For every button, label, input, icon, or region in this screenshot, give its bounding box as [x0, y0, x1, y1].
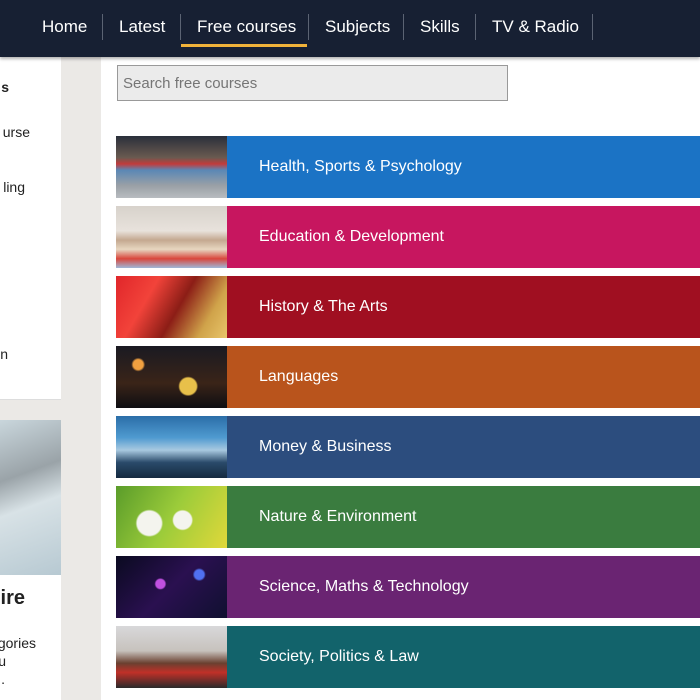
category-thumbnail[interactable]	[116, 346, 227, 408]
nav-divider	[403, 14, 404, 40]
sidebar-panel: s urse ling n	[0, 57, 61, 400]
category-row[interactable]: History & The Arts	[116, 276, 700, 338]
category-label[interactable]: Languages	[227, 346, 700, 408]
category-row[interactable]: Money & Business	[116, 416, 700, 478]
category-thumbnail[interactable]	[116, 626, 227, 688]
search-input[interactable]	[117, 65, 508, 101]
sidebar-link[interactable]: urse	[3, 124, 30, 140]
nav-subjects[interactable]: Subjects	[325, 17, 390, 47]
category-thumbnail[interactable]	[116, 486, 227, 548]
category-label[interactable]: Society, Politics & Law	[227, 626, 700, 688]
category-row[interactable]: Health, Sports & Psychology	[116, 136, 700, 198]
promo-title: ire	[0, 587, 25, 609]
category-row[interactable]: Education & Development	[116, 206, 700, 268]
category-label[interactable]: Science, Maths & Technology	[227, 556, 700, 618]
category-row[interactable]: Languages	[116, 346, 700, 408]
promo-card: ire gories u .	[0, 575, 61, 700]
category-label[interactable]: Money & Business	[227, 416, 700, 478]
nav-free-courses[interactable]: Free courses	[197, 17, 296, 47]
nav-skills[interactable]: Skills	[420, 17, 460, 47]
promo-text: u	[0, 653, 6, 669]
active-tab-indicator	[181, 44, 307, 47]
nav-divider	[475, 14, 476, 40]
category-label[interactable]: Nature & Environment	[227, 486, 700, 548]
top-navigation: Home Latest Free courses Subjects Skills…	[0, 0, 700, 57]
sidebar-link[interactable]: n	[0, 346, 8, 362]
category-thumbnail[interactable]	[116, 206, 227, 268]
nav-tv-radio[interactable]: TV & Radio	[492, 17, 579, 47]
nav-divider	[308, 14, 309, 40]
category-label[interactable]: History & The Arts	[227, 276, 700, 338]
category-row[interactable]: Nature & Environment	[116, 486, 700, 548]
category-thumbnail[interactable]	[116, 556, 227, 618]
page-gutter	[61, 57, 101, 700]
category-row[interactable]: Science, Maths & Technology	[116, 556, 700, 618]
nav-divider	[180, 14, 181, 40]
category-thumbnail[interactable]	[116, 276, 227, 338]
nav-latest[interactable]: Latest	[119, 17, 165, 47]
category-row[interactable]: Society, Politics & Law	[116, 626, 700, 688]
nav-divider	[592, 14, 593, 40]
category-label[interactable]: Education & Development	[227, 206, 700, 268]
promo-text: .	[1, 671, 5, 687]
sidebar-heading: s	[1, 79, 9, 95]
category-label[interactable]: Health, Sports & Psychology	[227, 136, 700, 198]
nav-divider	[102, 14, 103, 40]
promo-text: gories	[0, 635, 36, 651]
category-thumbnail[interactable]	[116, 136, 227, 198]
nav-home[interactable]: Home	[42, 17, 87, 47]
category-thumbnail[interactable]	[116, 416, 227, 478]
promo-image[interactable]	[0, 420, 61, 575]
sidebar-link[interactable]: ling	[3, 179, 25, 195]
